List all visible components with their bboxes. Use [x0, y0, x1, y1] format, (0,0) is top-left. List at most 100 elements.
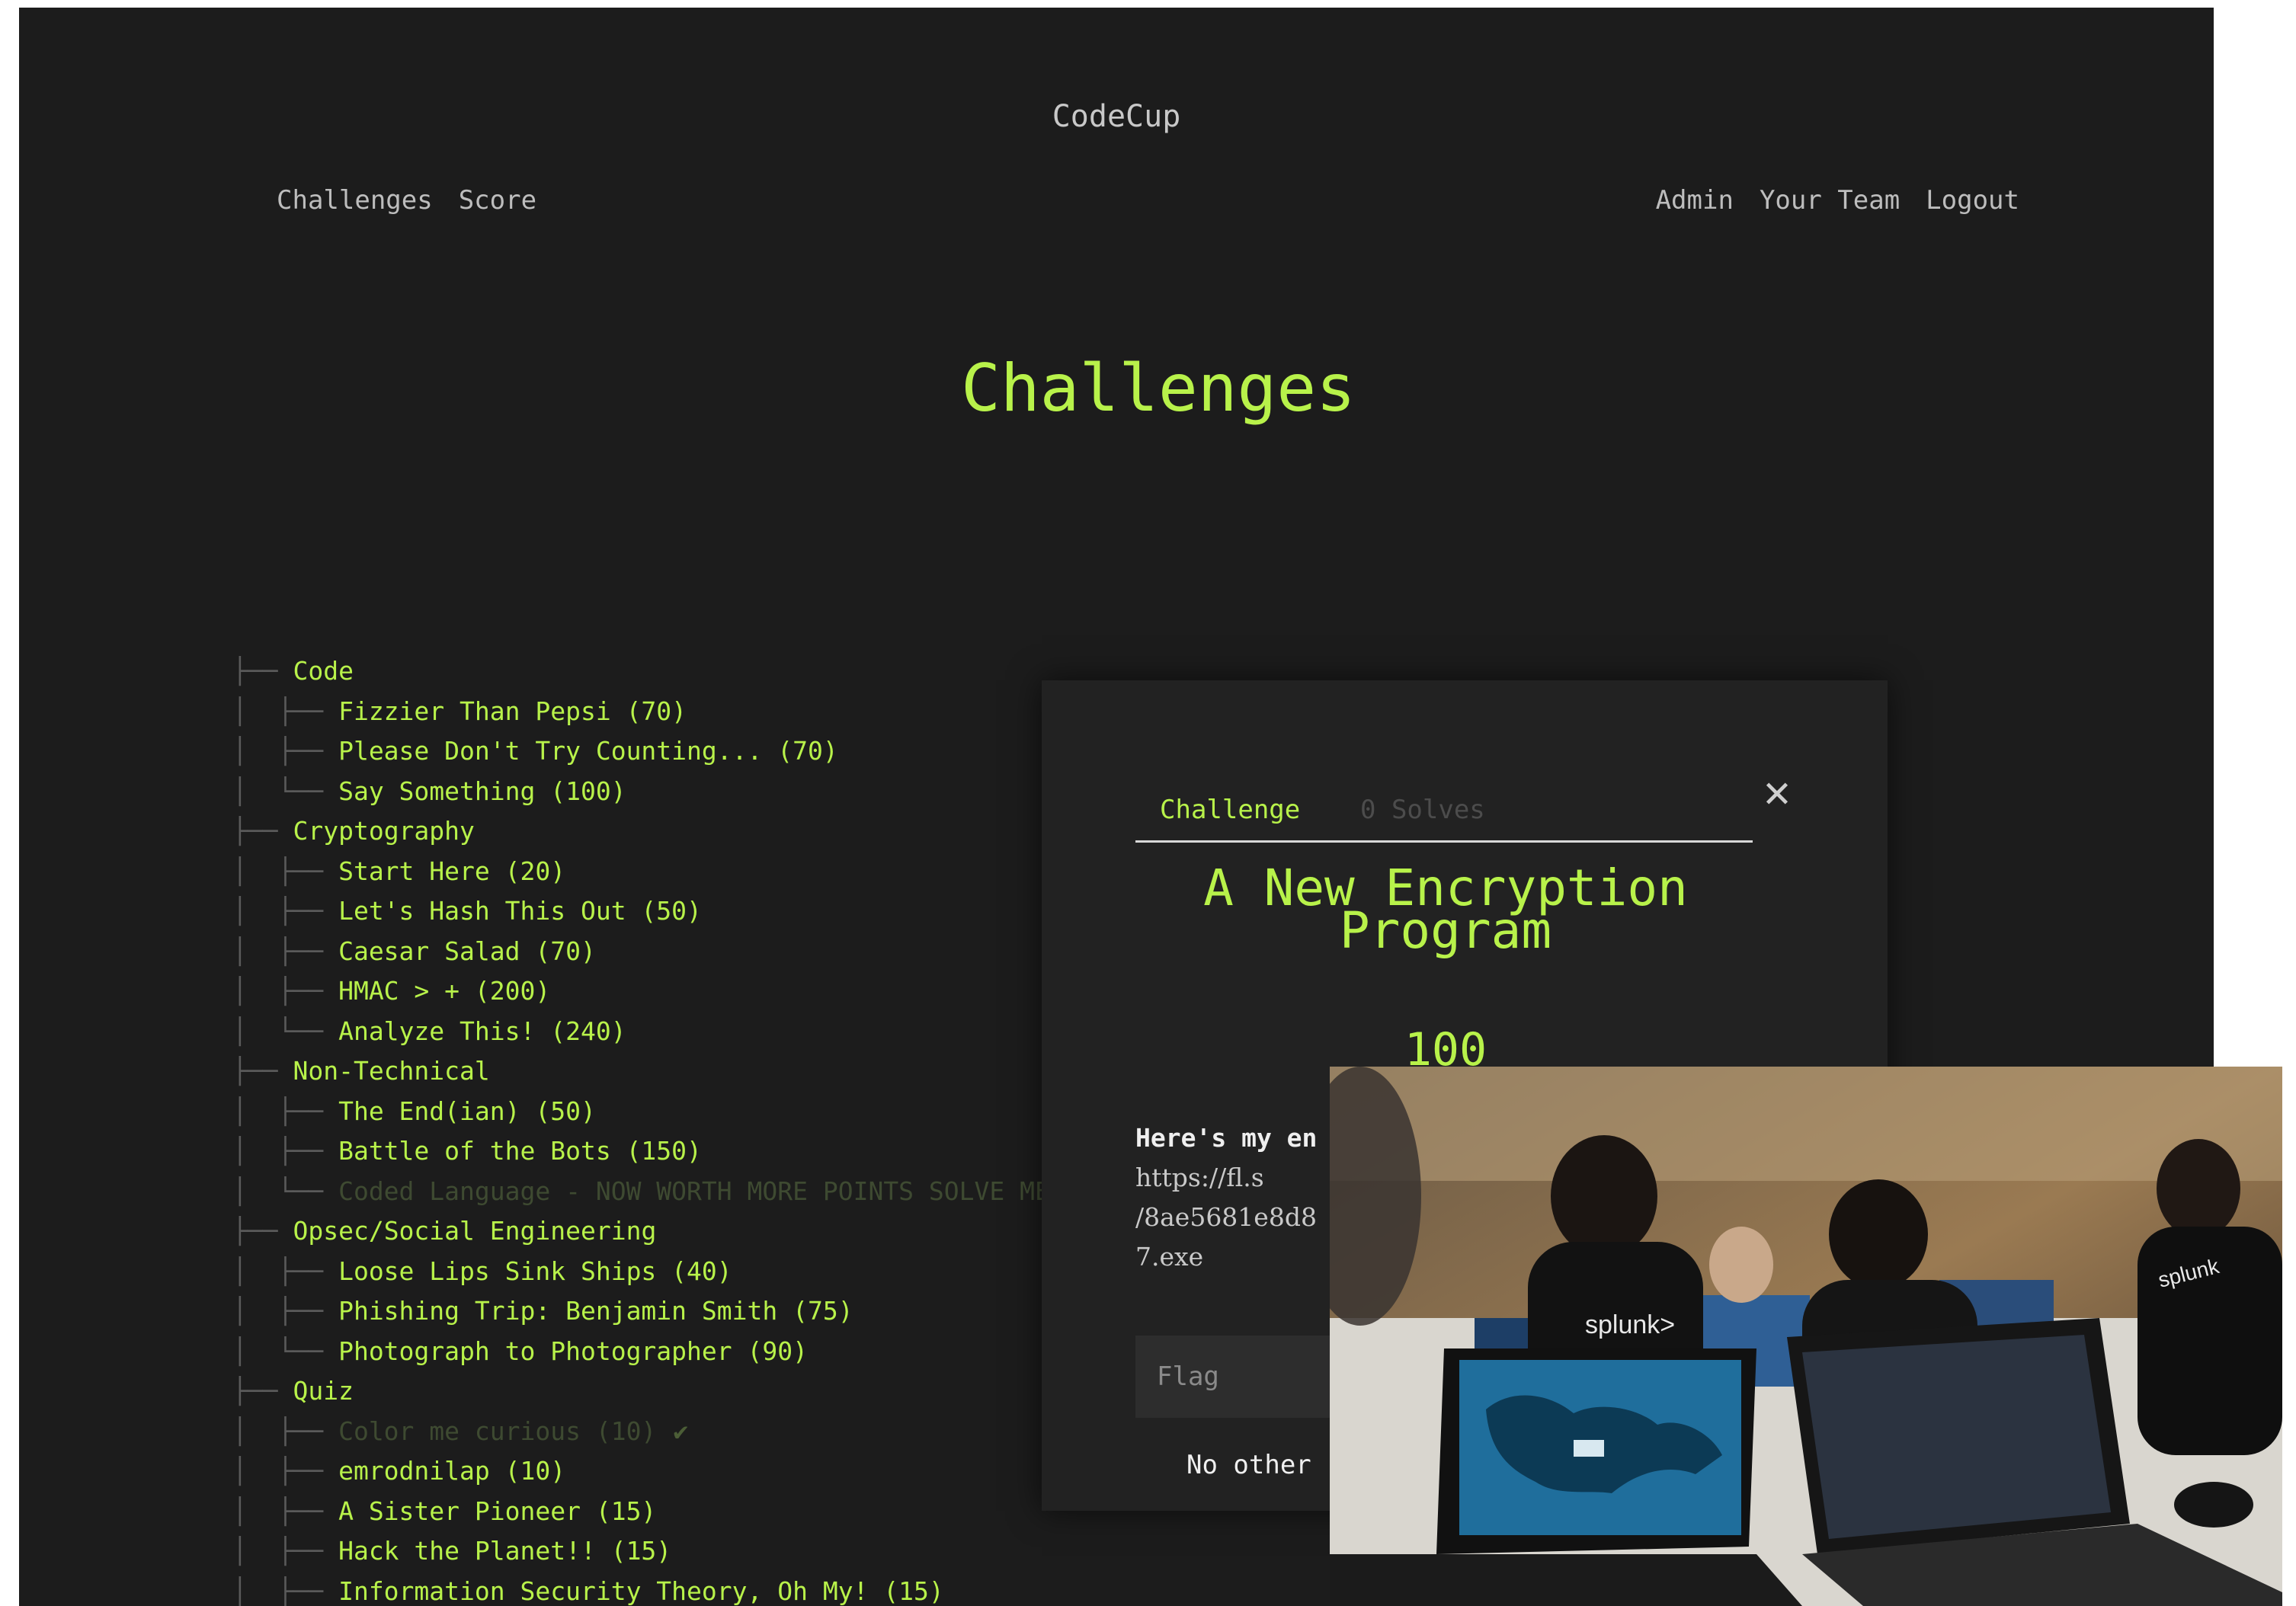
tree-branch: │ ├── [232, 1296, 339, 1326]
tree-label[interactable]: Phishing Trip: Benjamin Smith (75) [338, 1296, 853, 1326]
tree-label[interactable]: Caesar Salad (70) [338, 936, 596, 966]
tree-label[interactable]: Quiz [293, 1376, 353, 1406]
tree-branch: │ ├── [232, 936, 339, 966]
checkmark-icon: ✔ [673, 1416, 689, 1446]
tree-label[interactable]: A Sister Pioneer (15) [338, 1496, 656, 1526]
tab-solves[interactable]: 0 Solves [1360, 795, 1485, 825]
tree-label[interactable]: Let's Hash This Out (50) [338, 896, 702, 926]
tree-label[interactable]: Analyze This! (240) [338, 1016, 626, 1046]
tree-branch: │ └── [232, 1176, 339, 1206]
tree-label[interactable]: Photograph to Photographer (90) [338, 1336, 808, 1366]
tree-branch: │ ├── [232, 696, 339, 726]
tree-label[interactable]: Battle of the Bots (150) [338, 1136, 702, 1166]
tree-row[interactable]: ├── Quiz [232, 1371, 1071, 1412]
tree-branch: ├── [232, 1056, 293, 1086]
tree-row[interactable]: │ ├── Caesar Salad (70) [232, 932, 1071, 972]
tree-row[interactable]: ├── Cryptography [232, 811, 1071, 852]
tree-label[interactable]: Hack the Planet!! (15) [338, 1536, 671, 1566]
person-head [2157, 1139, 2240, 1238]
tree-branch: │ ├── [232, 1536, 339, 1566]
challenge-tree: ├── Code │ ├── Fizzier Than Pepsi (70) │ ├… [232, 651, 1071, 1606]
tree-row[interactable]: │ ├── Please Don't Try Counting... (70) [232, 731, 1071, 772]
tree-branch: │ ├── [232, 856, 339, 886]
tree-branch: │ └── [232, 1336, 339, 1366]
tree-label[interactable]: Opsec/Social Engineering [293, 1216, 656, 1246]
tree-label[interactable]: Color me curious (10) [338, 1416, 656, 1446]
tree-row[interactable]: │ ├── Start Here (20) [232, 852, 1071, 892]
brand-title[interactable]: CodeCup [19, 99, 2214, 134]
tree-branch: │ ├── [232, 1256, 339, 1286]
tree-label[interactable]: Fizzier Than Pepsi (70) [338, 696, 687, 726]
tree-row[interactable]: │ └── Photograph to Photographer (90) [232, 1332, 1071, 1372]
tree-row[interactable]: │ ├── The End(ian) (50) [232, 1092, 1071, 1132]
tree-label[interactable]: Cryptography [293, 816, 474, 846]
nav-logout-link[interactable]: Logout [1926, 185, 2019, 216]
tree-label[interactable]: HMAC > + (200) [338, 976, 550, 1006]
tree-branch: │ ├── [232, 736, 339, 766]
no-other-text: No other [1186, 1450, 1311, 1480]
tree-row[interactable]: │ ├── A Sister Pioneer (15) [232, 1492, 1071, 1532]
map-popup [1574, 1440, 1604, 1457]
person-head [1829, 1179, 1928, 1289]
tree-label[interactable]: Loose Lips Sink Ships (40) [338, 1256, 732, 1286]
tree-branch: │ ├── [232, 1096, 339, 1126]
tree-label[interactable]: emrodnilap (10) [338, 1456, 565, 1486]
webcam-overlay: splunk> splunk [1330, 1067, 2282, 1606]
tree-branch: │ └── [232, 1016, 339, 1046]
tree-row[interactable]: │ └── Analyze This! (240) [232, 1012, 1071, 1052]
nav-left: Challenges Score [277, 185, 562, 216]
tree-branch: │ ├── [232, 1136, 339, 1166]
webcam-photo: splunk> splunk [1330, 1067, 2282, 1606]
tree-row[interactable]: │ ├── Phishing Trip: Benjamin Smith (75) [232, 1291, 1071, 1332]
person-face [1709, 1227, 1773, 1303]
tree-row[interactable]: │ ├── Hack the Planet!! (15) [232, 1531, 1071, 1572]
tree-branch: │ ├── [232, 896, 339, 926]
tree-branch: ├── [232, 816, 293, 846]
tree-branch: ├── [232, 1376, 293, 1406]
tree-row[interactable]: │ ├── Information Security Theory, Oh My… [232, 1572, 1071, 1606]
tab-challenge[interactable]: Challenge [1160, 795, 1300, 825]
tree-label[interactable]: Code [293, 656, 353, 686]
tree-row[interactable]: ├── Opsec/Social Engineering [232, 1211, 1071, 1252]
tree-branch: ├── [232, 1216, 293, 1246]
person-head [1551, 1135, 1657, 1257]
tree-label[interactable]: The End(ian) (50) [338, 1096, 596, 1126]
nav-your-team-link[interactable]: Your Team [1760, 185, 1900, 216]
tree-branch: │ ├── [232, 1576, 339, 1606]
tree-branch: │ ├── [232, 1416, 339, 1446]
nav-challenges-link[interactable]: Challenges [277, 185, 433, 216]
tree-row[interactable]: │ ├── Let's Hash This Out (50) [232, 891, 1071, 932]
tree-branch: ├── [232, 656, 293, 686]
tree-row[interactable]: ├── Non-Technical [232, 1051, 1071, 1092]
tree-row[interactable]: │ ├── Loose Lips Sink Ships (40) [232, 1252, 1071, 1292]
page-title: Challenges [961, 350, 1356, 427]
challenge-title: A New Encryption Program [1118, 863, 1773, 956]
laptop-right-screen [1802, 1335, 2111, 1539]
tree-branch: │ ├── [232, 1456, 339, 1486]
nav-admin-link[interactable]: Admin [1656, 185, 1734, 216]
tree-row[interactable]: │ ├── emrodnilap (10) [232, 1451, 1071, 1492]
modal-tabs: Challenge 0 Solves [1135, 787, 1753, 843]
mouse [2174, 1482, 2253, 1528]
tree-row[interactable]: │ └── Coded Language - NOW WORTH MORE PO… [232, 1172, 1071, 1212]
shirt-logo: splunk> [1585, 1310, 1675, 1339]
tree-row[interactable]: │ ├── Fizzier Than Pepsi (70) [232, 692, 1071, 732]
tree-row[interactable]: ├── Code [232, 651, 1071, 692]
ceiling-light [1330, 1067, 2282, 1181]
nav-right: Admin Your Team Logout [1656, 185, 2019, 216]
tree-row[interactable]: │ └── Say Something (100) [232, 772, 1071, 812]
tree-row[interactable]: │ ├── Battle of the Bots (150) [232, 1131, 1071, 1172]
tree-label[interactable]: Information Security Theory, Oh My! (15) [338, 1576, 944, 1606]
laptop-front-keyboard [1330, 1554, 1802, 1606]
tree-label[interactable]: Non-Technical [293, 1056, 489, 1086]
nav-score-link[interactable]: Score [459, 185, 536, 216]
tree-branch: │ └── [232, 776, 339, 806]
tree-row[interactable]: │ ├── HMAC > + (200) [232, 971, 1071, 1012]
tree-label[interactable]: Coded Language - NOW WORTH MORE POINTS S… [338, 1176, 1050, 1206]
tree-label[interactable]: Start Here (20) [338, 856, 565, 886]
tree-label[interactable]: Please Don't Try Counting... (70) [338, 736, 838, 766]
tree-label[interactable]: Say Something (100) [338, 776, 626, 806]
tree-row[interactable]: │ ├── Color me curious (10) ✔ [232, 1412, 1071, 1452]
close-icon[interactable]: ✕ [1758, 776, 1796, 814]
tree-branch: │ ├── [232, 976, 339, 1006]
